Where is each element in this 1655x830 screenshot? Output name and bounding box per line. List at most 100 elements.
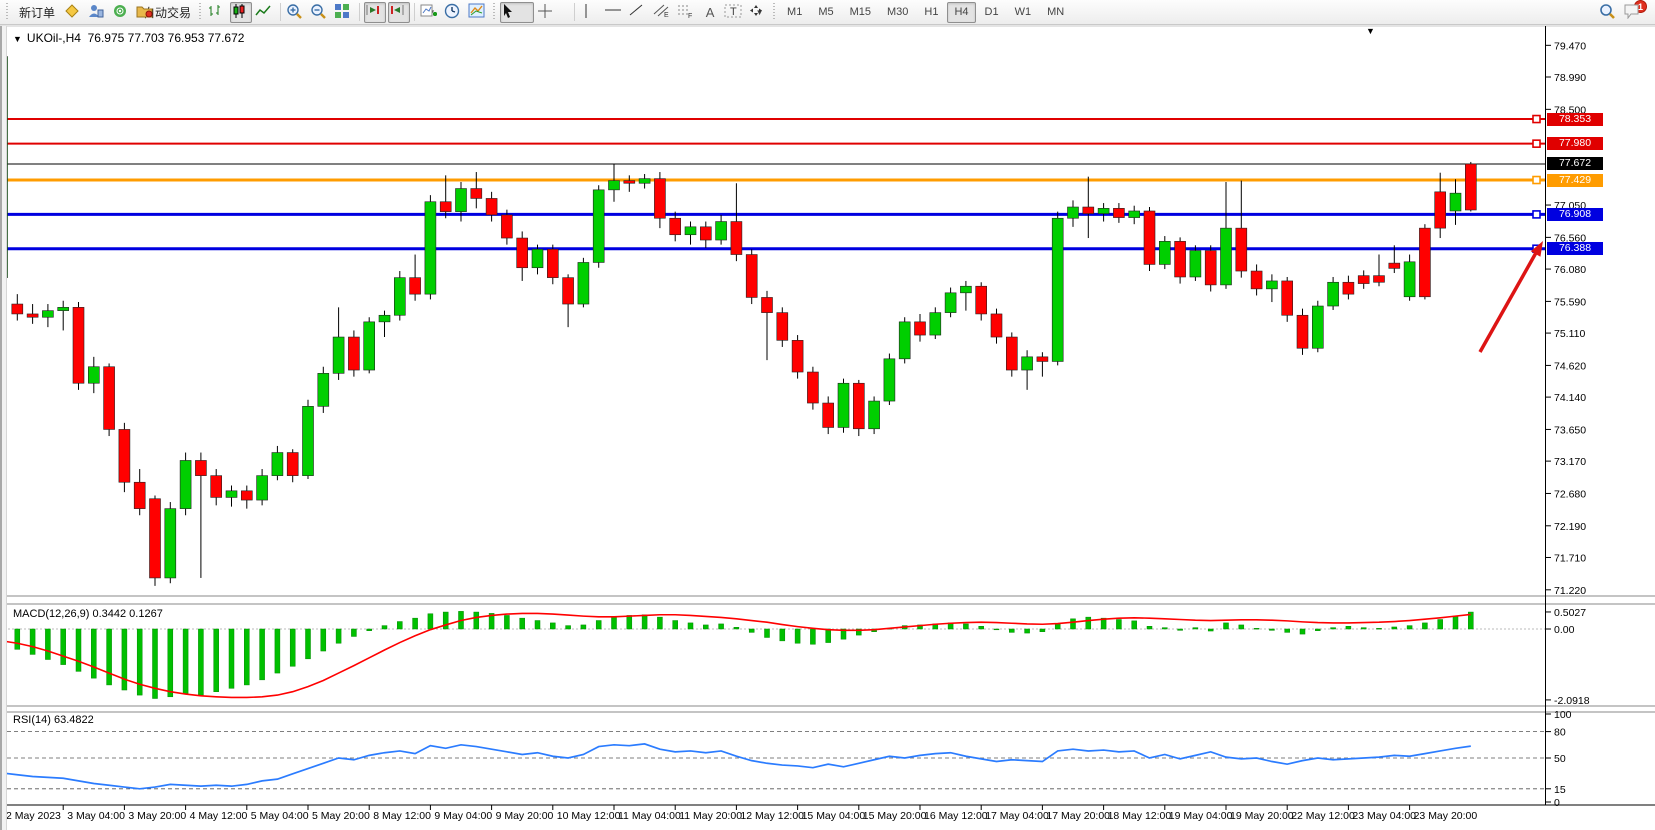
candle-body xyxy=(517,238,528,268)
date-tick-label: 3 May 20:00 xyxy=(128,810,186,822)
toolbar-grip[interactable] xyxy=(5,3,10,21)
macd-bar xyxy=(795,629,800,643)
candle-body xyxy=(440,202,451,212)
macd-indicator-label: MACD(12,26,9) 0.3442 0.1267 xyxy=(13,608,163,620)
date-tick-label: 22 May 12:00 xyxy=(1291,810,1355,822)
candle-body xyxy=(1144,211,1155,264)
macd-bar xyxy=(260,629,265,680)
signals-button[interactable] xyxy=(111,2,133,23)
macd-bar xyxy=(1193,628,1198,629)
timeframe-button-m30[interactable]: M30 xyxy=(880,2,915,23)
macd-bar xyxy=(30,629,35,654)
candle-body xyxy=(42,311,53,318)
toolbar-grip[interactable] xyxy=(492,3,497,21)
text-icon: A xyxy=(706,5,715,20)
candle-body xyxy=(1190,251,1201,277)
crosshair-button[interactable] xyxy=(536,2,570,23)
macd-pane[interactable]: 0.50270.00-2.0918 xyxy=(0,607,1590,707)
timeframe-button-h1[interactable]: H1 xyxy=(917,2,945,23)
text-label-button[interactable]: T xyxy=(723,2,745,23)
candle-body xyxy=(241,491,252,500)
price-line-label: 77.429 xyxy=(1547,174,1603,187)
macd-bar xyxy=(1086,617,1091,629)
macd-bar xyxy=(244,629,249,685)
chart-shift-button[interactable] xyxy=(364,2,386,23)
search-button[interactable] xyxy=(1598,2,1620,23)
tile-windows-button[interactable] xyxy=(333,2,355,23)
candle-body xyxy=(1068,207,1079,218)
macd-bar xyxy=(550,623,555,629)
timeframe-button-m1[interactable]: M1 xyxy=(780,2,809,23)
macd-bar xyxy=(290,629,295,666)
chart-dropdown-marker-icon[interactable]: ▼ xyxy=(1366,26,1375,36)
notifications-button[interactable]: 1 xyxy=(1622,2,1644,23)
macd-bar xyxy=(703,625,708,629)
toolbar-separator xyxy=(414,3,415,21)
symbols-button[interactable] xyxy=(63,2,85,23)
candle-body xyxy=(1297,315,1308,348)
timeframe-button-w1[interactable]: W1 xyxy=(1008,2,1039,23)
macd-bar xyxy=(214,629,219,692)
svg-text:73.170: 73.170 xyxy=(1554,456,1586,468)
trendline-button[interactable] xyxy=(627,2,649,23)
new-order-button[interactable]: 新订单 xyxy=(13,2,61,23)
candle-body xyxy=(1435,192,1446,228)
line-chart-button[interactable] xyxy=(254,2,276,23)
chart-canvas[interactable]: 79.47078.99078.50077.05076.56076.08075.5… xyxy=(0,0,1655,830)
candle-body xyxy=(716,222,727,240)
timeframe-button-h4[interactable]: H4 xyxy=(947,2,975,23)
equidistant-channel-button[interactable]: E xyxy=(651,2,673,23)
macd-bar xyxy=(1269,629,1274,630)
svg-text:76.080: 76.080 xyxy=(1554,264,1586,276)
horizontal-line-button[interactable] xyxy=(603,2,625,23)
price-line-label: 76.388 xyxy=(1547,242,1603,255)
toolbar-grip[interactable] xyxy=(772,3,777,21)
macd-bar xyxy=(673,621,678,629)
timeframe-button-mn[interactable]: MN xyxy=(1040,2,1071,23)
svg-text:-2.0918: -2.0918 xyxy=(1554,695,1590,707)
macd-bar xyxy=(351,629,356,636)
fibonacci-button[interactable]: F xyxy=(675,2,697,23)
periods-button[interactable]: ▼ xyxy=(443,2,465,23)
macd-bar xyxy=(627,615,632,629)
rsi-pane[interactable]: 1008050150 xyxy=(0,709,1572,809)
vertical-line-button[interactable] xyxy=(579,2,601,23)
autotrading-button[interactable]: 自动交易 xyxy=(135,2,195,23)
arrows-button[interactable]: ▼ xyxy=(747,2,769,23)
candle-body xyxy=(1022,357,1033,370)
annotation-arrow[interactable] xyxy=(1480,241,1543,352)
bar-chart-button[interactable] xyxy=(206,2,228,23)
candle-body xyxy=(823,403,834,427)
price-line-label: 78.353 xyxy=(1547,113,1603,126)
new-chart-button[interactable]: ▼ xyxy=(419,2,441,23)
date-axis[interactable]: 2 May 20233 May 04:003 May 20:004 May 12… xyxy=(2,805,1477,822)
candle-body xyxy=(333,337,344,373)
rsi-line xyxy=(2,744,1471,789)
auto-scroll-button[interactable] xyxy=(388,2,410,23)
toolbar-separator xyxy=(574,3,575,21)
templates-button[interactable]: ▼ xyxy=(467,2,489,23)
candle-body xyxy=(869,401,880,429)
chart-title: ▼UKOil-,H4 76.975 77.703 76.953 77.672 xyxy=(13,31,244,45)
timeframe-button-m5[interactable]: M5 xyxy=(811,2,840,23)
text-button[interactable]: A xyxy=(699,2,721,23)
horizontal-level-lines[interactable] xyxy=(0,116,1545,253)
macd-bar xyxy=(642,615,647,629)
zoom-out-button[interactable] xyxy=(309,2,331,23)
date-tick-label: 17 May 20:00 xyxy=(1046,810,1110,822)
macd-bar xyxy=(1346,626,1351,629)
candle-body xyxy=(58,307,69,310)
candle-body xyxy=(1343,282,1354,294)
toolbar-grip[interactable] xyxy=(198,3,203,21)
candle-body xyxy=(777,313,788,341)
macd-bar xyxy=(994,629,999,630)
timeframe-button-m15[interactable]: M15 xyxy=(843,2,878,23)
cursor-button[interactable] xyxy=(500,2,534,23)
timeframe-button-d1[interactable]: D1 xyxy=(978,2,1006,23)
market-watch-button[interactable] xyxy=(87,2,109,23)
zoom-in-button[interactable] xyxy=(285,2,307,23)
candlestick-chart-button[interactable] xyxy=(230,2,252,23)
macd-bar xyxy=(367,629,372,631)
chart-collapse-icon[interactable]: ▼ xyxy=(13,34,22,44)
price-line-label: 77.672 xyxy=(1547,157,1603,170)
